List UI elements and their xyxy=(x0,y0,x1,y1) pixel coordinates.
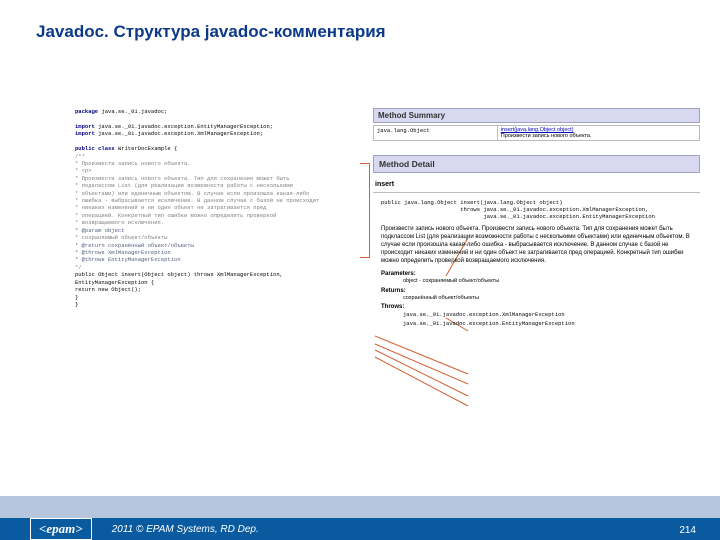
method-signature: public java.lang.Object insert(java.lang… xyxy=(381,199,700,220)
code-pane: package package java.se._01.javadoc;java… xyxy=(75,108,365,329)
summary-return-type: java.lang.Object xyxy=(374,126,498,141)
throws-2: java.se._01.javadoc.exception.EntityMana… xyxy=(403,320,700,327)
method-description: Произвести запись нового объекта. Произв… xyxy=(381,226,694,265)
method-summary-table: java.lang.Object insert(java.lang.Object… xyxy=(373,125,700,141)
copyright: 2011 © EPAM Systems, RD Dep. xyxy=(112,524,259,535)
throws-block: Throws: java.se._01.javadoc.exception.Xm… xyxy=(381,304,700,327)
returns-text: сохранённый объект/объекты xyxy=(403,295,700,302)
footer: <epam> 2011 © EPAM Systems, RD Dep. 214 xyxy=(0,496,720,540)
divider xyxy=(373,192,700,193)
javadoc-pane: Method Summary java.lang.Object insert(j… xyxy=(373,108,700,329)
returns-block: Returns: сохранённый объект/объекты xyxy=(381,288,700,302)
footer-light-bar xyxy=(0,496,720,518)
epam-logo: <epam> xyxy=(30,518,92,540)
throws-label: Throws: xyxy=(381,304,404,310)
footer-dark-bar: <epam> 2011 © EPAM Systems, RD Dep. 214 xyxy=(0,518,720,540)
parameters-block: Parameters: object - сохраняемый объект/… xyxy=(381,271,700,285)
summary-signature-cell: insert(java.lang.Object object) Произвес… xyxy=(497,126,699,141)
method-detail-header: Method Detail xyxy=(373,155,700,173)
throws-1: java.se._01.javadoc.exception.XmlManager… xyxy=(403,311,700,318)
method-name: insert xyxy=(375,181,700,188)
content-area: package package java.se._01.javadoc;java… xyxy=(75,108,700,329)
parameters-text: object - сохраняемый объект/объекты xyxy=(403,278,700,285)
bracket-icon xyxy=(360,163,370,258)
page-number: 214 xyxy=(679,525,696,536)
method-summary-header: Method Summary xyxy=(373,108,700,123)
summary-brief: Произвести запись нового объекта. xyxy=(501,133,592,139)
returns-label: Returns: xyxy=(381,288,406,294)
parameters-label: Parameters: xyxy=(381,271,416,277)
slide-title: Javadoc. Структура javadoc-комментария xyxy=(0,0,720,42)
